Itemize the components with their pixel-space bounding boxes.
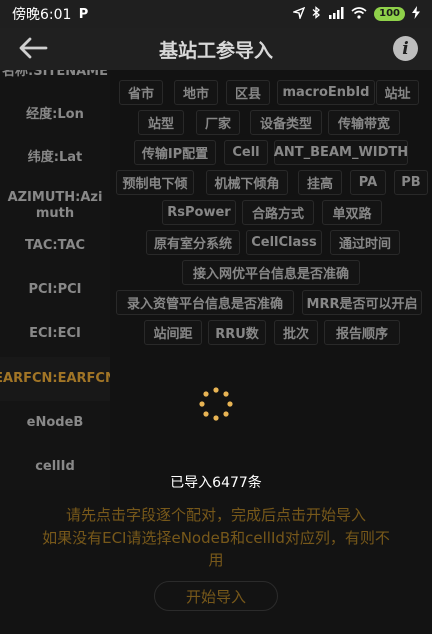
chip-mrr-enable[interactable]: MRR是否可以开启	[302, 290, 422, 315]
chip-site-address[interactable]: 站址	[376, 80, 419, 105]
chip-ip-config[interactable]: 传输IP配置	[134, 140, 216, 165]
wifi-icon	[351, 6, 367, 22]
field-item-enodeb[interactable]: eNodeB	[0, 405, 110, 441]
status-icons: 100	[291, 6, 420, 22]
chip-macroenbid[interactable]: macroEnbId	[277, 80, 375, 105]
chip-electrical-tilt[interactable]: 预制电下倾	[116, 170, 194, 195]
field-item-earfcn[interactable]: EARFCN:EARFCN	[0, 357, 110, 401]
chip-single-dual[interactable]: 单双路	[322, 200, 382, 225]
field-item-eci[interactable]: ECI:ECI	[0, 316, 110, 352]
chip-ant-beam-width[interactable]: ANT_BEAM_WIDTH	[274, 140, 408, 165]
import-count-text: 已导入6477条	[170, 475, 262, 491]
status-bar: 傍晚6:01 P 100	[0, 0, 432, 28]
status-time: 傍晚6:01	[12, 7, 72, 23]
field-item-lon[interactable]: 经度:Lon	[0, 97, 110, 133]
instruction-line-3: 用	[208, 551, 224, 569]
charging-icon	[412, 6, 420, 22]
loading-spinner-icon	[199, 387, 233, 421]
page-title: 基站工参导入	[158, 39, 273, 62]
chip-indoor-system[interactable]: 原有室分系统	[146, 230, 240, 255]
info-icon: i	[402, 38, 409, 59]
field-item-pci[interactable]: PCI:PCI	[0, 272, 110, 308]
chip-combine-mode[interactable]: 合路方式	[242, 200, 314, 225]
location-icon	[291, 6, 306, 22]
instruction-line-1: 请先点击字段逐个配对，完成后点击开始导入	[65, 506, 366, 524]
chip-pb[interactable]: PB	[394, 170, 428, 195]
chip-district[interactable]: 区县	[226, 80, 270, 105]
column-chips: 省市 地市 区县 macroEnbId 站址 站型 厂家 设备类型 传输带宽 传…	[110, 70, 432, 355]
chip-city[interactable]: 地市	[174, 80, 218, 105]
bluetooth-icon	[312, 6, 321, 22]
info-button[interactable]: i	[393, 36, 418, 61]
bottom-panel: 请先点击字段逐个配对，完成后点击开始导入 如果没有ECI请选择eNodeB和ce…	[0, 490, 432, 634]
chip-batch[interactable]: 批次	[274, 320, 318, 345]
start-import-button[interactable]: 开始导入	[154, 581, 278, 611]
chip-rru-count[interactable]: RRU数	[208, 320, 266, 345]
field-item-azimuth[interactable]: AZIMUTH:Azimuth	[0, 184, 110, 228]
field-item-lat[interactable]: 纬度:Lat	[0, 140, 110, 176]
chip-device-type[interactable]: 设备类型	[250, 110, 322, 135]
chip-bandwidth[interactable]: 传输带宽	[328, 110, 400, 135]
title-bar: 基站工参导入 i	[0, 28, 432, 70]
chip-access-platform-accuracy[interactable]: 接入网优平台信息是否准确	[182, 260, 360, 285]
chip-site-distance[interactable]: 站间距	[144, 320, 202, 345]
chip-resource-platform-accuracy[interactable]: 录入资管平台信息是否准确	[116, 290, 294, 315]
back-button[interactable]	[18, 36, 52, 62]
chip-height[interactable]: 挂高	[298, 170, 342, 195]
chip-pa[interactable]: PA	[350, 170, 386, 195]
chip-pass-time[interactable]: 通过时间	[330, 230, 400, 255]
chip-vendor[interactable]: 厂家	[196, 110, 240, 135]
chip-province[interactable]: 省市	[119, 80, 163, 105]
back-arrow-icon	[19, 37, 48, 59]
battery-indicator: 100	[374, 7, 405, 21]
app-notification-icon: P	[78, 6, 89, 22]
chip-cell[interactable]: Cell	[224, 140, 268, 165]
field-item-tac[interactable]: TAC:TAC	[0, 228, 110, 264]
chip-rspower[interactable]: RsPower	[162, 200, 236, 225]
instruction-line-2: 如果没有ECI请选择eNodeB和cellId对应列，有则不	[42, 529, 390, 547]
field-item-sitename[interactable]: 名称:SITENAME	[0, 70, 110, 82]
signal-icon	[328, 6, 344, 22]
chip-site-type[interactable]: 站型	[138, 110, 184, 135]
field-list: 名称:SITENAME 经度:Lon 纬度:Lat AZIMUTH:Azimut…	[0, 70, 110, 490]
chip-mechanical-tilt[interactable]: 机械下倾角	[206, 170, 288, 195]
chip-cellclass[interactable]: CellClass	[246, 230, 322, 255]
chip-report-order[interactable]: 报告顺序	[324, 320, 400, 345]
